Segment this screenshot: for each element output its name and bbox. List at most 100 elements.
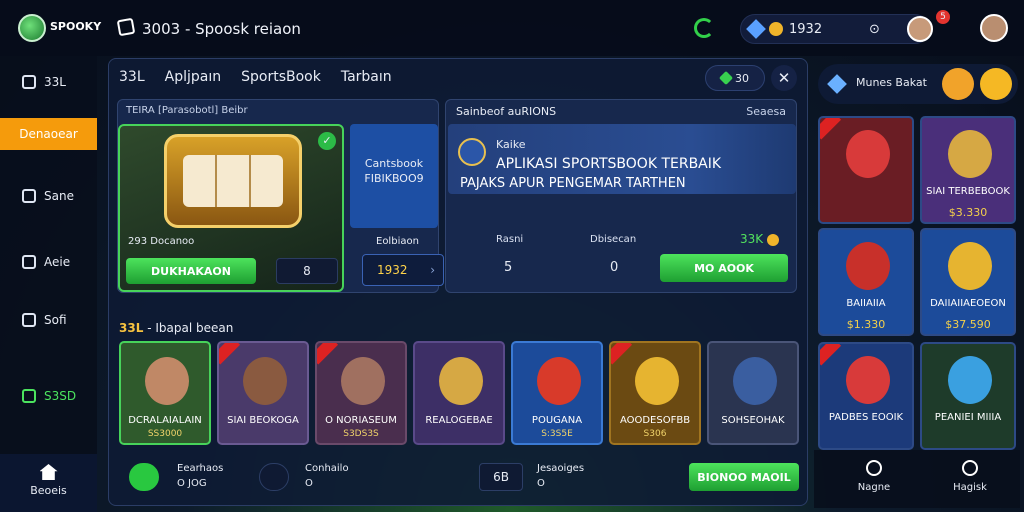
promo-title: BAIIAIIA	[846, 298, 886, 309]
promo-headline: APLIKASI SPORTSBOOK TERBAIK	[496, 156, 722, 172]
promo-banner[interactable]: Kaike APLIKASI SPORTSBOOK TERBAIK PAJAKS…	[448, 124, 796, 194]
right-footer: Nagne Hagisk	[814, 450, 1020, 508]
tab-tarbain[interactable]: Tarbaın	[341, 69, 392, 85]
game-card[interactable]: O NORIASEUM S3DS3S	[315, 341, 407, 445]
footer-nav-settings[interactable]: Hagisk	[940, 460, 1000, 493]
game-title: O NORIASEUM	[325, 415, 397, 426]
promo-art-icon	[846, 130, 890, 178]
footer-item-value: O	[537, 478, 545, 489]
footer-button[interactable]: BIONOO MAOIL	[689, 463, 799, 491]
game-card[interactable]: REALOGEBAE	[413, 341, 505, 445]
panel-header-link[interactable]: Seaesa	[746, 105, 786, 118]
refresh-icon[interactable]	[694, 18, 714, 38]
game-card[interactable]: SIAI BEOKOGA	[217, 341, 309, 445]
promo-card[interactable]: DAIIAIIAEOEON $37.590	[920, 228, 1016, 336]
location-icon[interactable]: ⊙	[869, 22, 880, 37]
game-card[interactable]: DCRALAIALAIN SS3000	[119, 341, 211, 445]
score-pill[interactable]: 30	[705, 65, 765, 91]
search-icon[interactable]	[942, 68, 974, 100]
fingerprint-icon[interactable]	[259, 463, 289, 491]
panel-header: Sainbeof auRIONS	[456, 105, 557, 118]
promo-card[interactable]	[818, 116, 914, 224]
game-art-icon	[243, 357, 287, 405]
section-prefix: 33L	[119, 321, 144, 335]
balance-value: 1932	[789, 22, 823, 37]
tab-apljpain[interactable]: Apljpaın	[165, 69, 221, 85]
section-title: 33L - Ibapal beean	[119, 321, 233, 335]
game-card[interactable]: SOHSEOHAK	[707, 341, 799, 445]
sidebar-home-button[interactable]: Beoeis	[0, 454, 97, 512]
balance-pill[interactable]: 1932 ⊙	[740, 14, 933, 44]
sidebar-item-sane[interactable]: Sane	[0, 180, 97, 212]
game-list: DCRALAIALAIN SS3000 SIAI BEOKOGA O NORIASEU…	[119, 341, 799, 445]
tools-icon	[22, 255, 36, 269]
home-label: Beoeis	[30, 484, 67, 497]
stat-value: 0	[610, 260, 619, 275]
hot-badge	[219, 343, 241, 365]
sidebar-item-label: Denaoear	[19, 127, 78, 141]
footer-item: Conhailo O	[305, 461, 349, 491]
sidebar-item-aeie[interactable]: Aeie	[0, 246, 97, 278]
number-box[interactable]: 8	[276, 258, 338, 284]
game-art-icon	[341, 357, 385, 405]
promo-title: PADBES EOOIK	[828, 412, 904, 423]
gem-icon	[827, 74, 847, 94]
avatar[interactable]	[907, 16, 933, 42]
more-button[interactable]: MO AOOK	[660, 254, 788, 282]
sidebar-item-chat[interactable]: S3SD	[0, 380, 97, 412]
game-title: REALOGEBAE	[425, 415, 493, 426]
promo-title: DAIIAIIAEOEON	[930, 298, 1006, 309]
tab-33l[interactable]: 33L	[119, 69, 145, 85]
app-logo-text: SPOOKY	[50, 20, 102, 33]
promo-card[interactable]: PADBES EOOIK	[818, 342, 914, 450]
main-tabs: 33L Apljpaın SportsBook Tarbaın	[119, 69, 392, 85]
amount-input[interactable]: 1932 ›	[362, 254, 444, 286]
hot-badge	[820, 118, 842, 140]
chat-icon	[22, 389, 36, 403]
sidebar-item-home-list[interactable]: 33L	[0, 66, 97, 98]
footer-item-title: Conhailo	[305, 463, 349, 474]
promo-title: SIAI TERBEBOOK	[926, 186, 1010, 197]
game-card[interactable]: AOODESOFBB S306	[609, 341, 701, 445]
primary-button[interactable]: DUKHAKAON	[126, 258, 256, 284]
promo-card[interactable]: BAIIAIIA $1.330	[818, 228, 914, 336]
coin-amount: 33K	[740, 232, 764, 246]
promo-art-icon	[846, 242, 890, 290]
panel-header: TEIRA [Parasobotl] Beibr	[126, 105, 248, 116]
footer-nav-search[interactable]: Nagne	[844, 460, 904, 493]
coin-icon[interactable]	[980, 68, 1012, 100]
sidebar-item-active[interactable]: Denaoear	[0, 118, 97, 150]
footer-item: Jesaoiges O	[537, 461, 584, 491]
code-box[interactable]: 6B	[479, 463, 523, 491]
slot-card[interactable]: ✓ 293 Docanoo DUKHAKAON 8	[118, 124, 344, 292]
page-title: 3003 - Spoosk reiaon	[142, 20, 301, 38]
promo-card[interactable]: SIAI TERBEBOOK $3.330	[920, 116, 1016, 224]
right-column: Munes Bakat SIAI TERBEBOOK $3.330 BAIIAIIA…	[814, 58, 1020, 508]
chevron-right-icon: ›	[430, 263, 435, 277]
notification-badge[interactable]: 5	[936, 10, 950, 24]
gem-icon	[746, 19, 766, 39]
leaf-icon[interactable]	[129, 463, 159, 491]
edit-icon[interactable]	[116, 17, 136, 37]
sidebar-item-sofi[interactable]: Sofi	[0, 304, 97, 336]
hot-badge	[820, 344, 842, 366]
promo-panel: Sainbeof auRIONS Seaesa Kaike APLIKASI S…	[445, 99, 797, 293]
promo-card[interactable]: PEANIEI MIIIA	[920, 342, 1016, 450]
sidebar-item-label: Sofi	[44, 313, 67, 327]
tab-sportsbook[interactable]: SportsBook	[241, 69, 321, 85]
sportsbook-card[interactable]: Cantsbook FIBIKBOO9	[350, 124, 438, 228]
stat-label: Dbisecan	[590, 234, 637, 245]
profile-avatar[interactable]	[980, 14, 1008, 42]
app-logo[interactable]	[18, 14, 46, 42]
game-card[interactable]: POUGANA S:3S5E	[511, 341, 603, 445]
game-art-icon	[145, 357, 189, 405]
game-art-icon	[439, 357, 483, 405]
footer-item-value: O	[305, 478, 313, 489]
footer-item-title: Eearhaos	[177, 463, 224, 474]
promo-value: $1.330	[846, 318, 886, 331]
game-title: POUGANA	[531, 415, 583, 426]
hot-badge	[611, 343, 633, 365]
close-button[interactable]: ✕	[771, 65, 797, 91]
promo-art-icon	[948, 130, 992, 178]
top-bar: SPOOKY 3003 - Spoosk reiaon 1932 ⊙ 5	[0, 0, 1024, 56]
